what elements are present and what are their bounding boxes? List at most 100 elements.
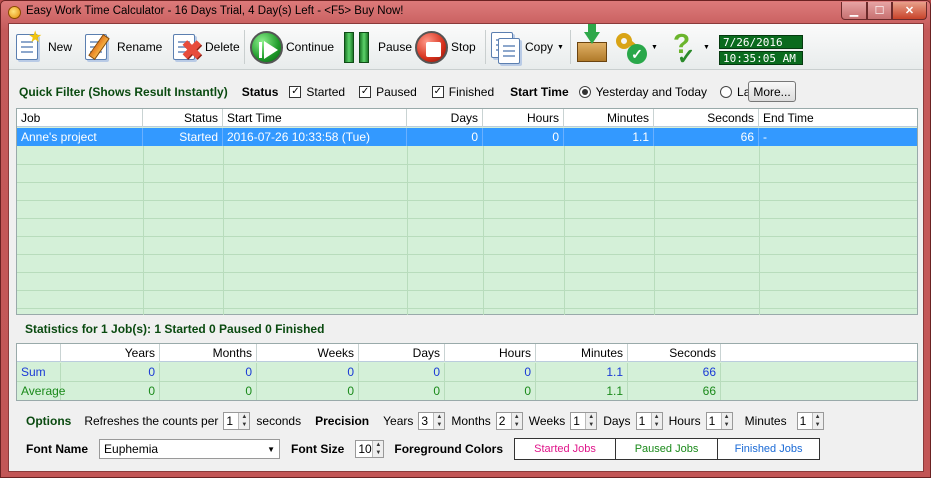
continue-label: Continue	[286, 40, 335, 54]
export-button[interactable]	[575, 24, 607, 67]
toolbar-separator	[244, 30, 245, 64]
days-cell: 0	[407, 128, 483, 146]
title-bar[interactable]: Easy Work Time Calculator - 16 Days Tria…	[1, 1, 930, 23]
new-button[interactable]: ★ New	[12, 27, 72, 67]
font-options-row: Font Name Euphemia ▼ Font Size 10 ▲ ▼ Fore…	[9, 436, 923, 462]
started-checkbox[interactable]: ✓ Started	[289, 85, 345, 99]
years-stepper[interactable]: 3 ▲ ▼	[418, 412, 446, 430]
paused-jobs-color-button[interactable]: Paused Jobs	[616, 438, 719, 460]
minutes-stepper[interactable]: 1 ▲ ▼	[796, 412, 824, 430]
stats-column-days: Days	[359, 344, 445, 362]
column-minutes[interactable]: Minutes	[564, 109, 654, 127]
column-status[interactable]: Status	[143, 109, 223, 127]
refresh-label: Refreshes the counts per	[84, 414, 219, 428]
table-row[interactable]: Anne's project Started 2016-07-26 10:33:…	[17, 128, 917, 146]
status-label: Status	[241, 85, 279, 99]
rename-button[interactable]: Rename	[81, 27, 162, 67]
new-label: New	[48, 40, 73, 54]
chevron-down-icon: ▼	[703, 43, 710, 51]
delete-label: Delete	[205, 40, 240, 54]
column-hours[interactable]: Hours	[483, 109, 564, 127]
maximize-button[interactable]: ☐	[867, 2, 892, 20]
stats-column-years: Years	[61, 344, 160, 362]
months-stepper[interactable]: 2 ▲ ▼	[495, 412, 523, 430]
average-label: Average	[17, 382, 65, 400]
continue-icon	[250, 30, 283, 64]
average-days: 0	[359, 382, 445, 400]
column-days[interactable]: Days	[407, 109, 483, 127]
column-end-time[interactable]: End Time	[759, 109, 917, 127]
app-window: Easy Work Time Calculator - 16 Days Tria…	[0, 0, 931, 478]
close-button[interactable]: ✕	[892, 2, 927, 20]
date-display: 7/26/2016	[719, 35, 803, 49]
precision-label: Precision	[315, 414, 370, 428]
clock-display: 7/26/2016 10:35:05 AM	[719, 35, 803, 67]
copy-button[interactable]: Copy ▼	[489, 27, 564, 67]
yesterday-today-radio[interactable]: Yesterday and Today	[578, 85, 707, 99]
started-jobs-color-button[interactable]: Started Jobs	[514, 438, 617, 460]
sum-weeks: 0	[257, 363, 359, 381]
key-check-icon: ✓	[615, 30, 647, 64]
finished-jobs-color-button[interactable]: Finished Jobs	[718, 438, 821, 460]
years-label: Years	[383, 414, 414, 428]
column-job[interactable]: Job	[17, 109, 143, 127]
quick-filter-label: Quick Filter (Shows Result Instantly)	[19, 85, 228, 99]
options-row: Options Refreshes the counts per 1 ▲ ▼ sec…	[9, 409, 923, 433]
days-stepper[interactable]: 1 ▲ ▼	[635, 412, 663, 430]
finished-checkbox[interactable]: ✓ Finished	[431, 85, 495, 99]
package-download-icon	[575, 24, 607, 64]
continue-button[interactable]: Continue	[250, 27, 334, 67]
pause-button[interactable]: Pause	[342, 27, 412, 67]
minutes-value: 1	[799, 414, 807, 428]
average-years: 0	[61, 382, 160, 400]
spin-arrows-icon: ▲ ▼	[433, 413, 445, 429]
spin-arrows-icon: ▲ ▼	[510, 413, 522, 429]
refresh-stepper[interactable]: 1 ▲ ▼	[223, 412, 251, 430]
minutes-cell: 1.1	[564, 128, 654, 146]
seconds-cell: 66	[654, 128, 759, 146]
minutes-label: Minutes	[744, 414, 787, 428]
status-cell: Started	[143, 128, 223, 146]
column-seconds[interactable]: Seconds	[654, 109, 759, 127]
weeks-label: Weeks	[528, 414, 566, 428]
maximize-icon: ☐	[874, 5, 885, 17]
pause-icon	[342, 30, 374, 64]
sum-days: 0	[359, 363, 445, 381]
more-button[interactable]: More...	[748, 81, 796, 102]
start-time-cell: 2016-07-26 10:33:58 (Tue)	[223, 128, 407, 146]
hours-stepper[interactable]: 1 ▲ ▼	[705, 412, 733, 430]
refresh-value: 1	[226, 414, 234, 428]
jobs-table[interactable]: Job Status Start Time Days Hours Minutes…	[16, 108, 918, 315]
column-start-time[interactable]: Start Time	[223, 109, 407, 127]
hours-cell: 0	[483, 128, 564, 146]
rename-icon	[81, 30, 113, 64]
window-title: Easy Work Time Calculator - 16 Days Tria…	[26, 5, 404, 17]
stats-column-minutes: Minutes	[536, 344, 628, 362]
average-seconds: 66	[628, 382, 721, 400]
new-document-icon: ★	[12, 30, 44, 64]
register-button[interactable]: ✓ ▼	[615, 27, 658, 67]
radio-selected-icon	[578, 86, 591, 98]
font-name-select[interactable]: Euphemia ▼	[99, 439, 281, 459]
minimize-button[interactable]: ▁	[841, 2, 867, 20]
chevron-down-icon: ▼	[267, 444, 276, 454]
stop-button[interactable]: Stop	[415, 27, 476, 67]
end-time-cell: -	[763, 130, 767, 144]
weeks-stepper[interactable]: 1 ▲ ▼	[570, 412, 598, 430]
rename-label: Rename	[117, 40, 163, 54]
paused-checkbox[interactable]: ✓ Paused	[359, 85, 417, 99]
foreground-color-buttons: Started Jobs Paused Jobs Finished Jobs	[514, 438, 821, 460]
paused-label: Paused	[376, 85, 417, 99]
spin-arrows-icon: ▲ ▼	[372, 441, 384, 457]
help-button[interactable]: ? ✓ ▼	[667, 27, 710, 69]
checkbox-check-icon: ✓	[431, 86, 444, 98]
finished-label: Finished	[448, 85, 495, 99]
font-name-label: Font Name	[26, 442, 89, 456]
spin-arrows-icon: ▲ ▼	[585, 413, 597, 429]
days-label: Days	[603, 414, 631, 428]
delete-button[interactable]: ✖ Delete	[169, 27, 240, 67]
jobs-table-header: Job Status Start Time Days Hours Minutes…	[17, 109, 917, 127]
font-size-value: 10	[358, 442, 372, 456]
font-size-stepper[interactable]: 10 ▲ ▼	[355, 440, 385, 458]
close-icon: ✕	[904, 5, 915, 17]
